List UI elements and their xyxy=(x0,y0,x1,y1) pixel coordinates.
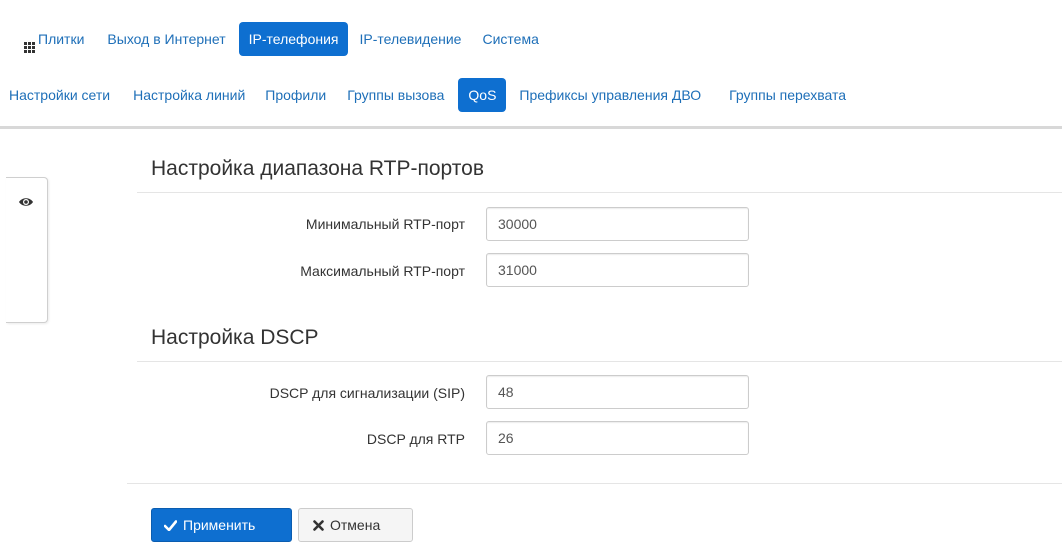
max-rtp-port-label: Максимальный RTP-порт xyxy=(300,263,465,279)
tab-ip-tv[interactable]: IP-телевидение xyxy=(349,22,471,56)
apply-button-label: Применить xyxy=(183,517,256,533)
rtp-section-divider xyxy=(137,192,1062,193)
max-rtp-port-input[interactable] xyxy=(486,253,749,287)
dscp-sip-label: DSCP для сигнализации (SIP) xyxy=(269,385,465,401)
tab-system[interactable]: Система xyxy=(472,22,548,56)
dscp-section-title: Настройка DSCP xyxy=(151,326,319,349)
min-rtp-port-input[interactable] xyxy=(486,207,749,241)
dscp-rtp-input[interactable] xyxy=(486,421,749,455)
grid-icon xyxy=(24,42,35,53)
dscp-rtp-label: DSCP для RTP xyxy=(366,431,465,447)
eye-icon[interactable] xyxy=(18,196,34,208)
subtab-profiles[interactable]: Профили xyxy=(255,78,336,112)
tab-ip-telephony[interactable]: IP-телефония xyxy=(238,22,349,56)
cancel-button-label: Отмена xyxy=(330,517,381,533)
subtab-call-groups[interactable]: Группы вызова xyxy=(337,78,454,112)
rtp-section-title: Настройка диапазона RTP-портов xyxy=(151,157,484,180)
subtab-network-settings[interactable]: Настройки сети xyxy=(0,78,120,112)
sub-nav: Настройки сети Настройка линий Профили Г… xyxy=(0,78,856,112)
subtab-pickup-groups[interactable]: Группы перехвата xyxy=(719,78,856,112)
min-rtp-port-label: Минимальный RTP-порт xyxy=(305,216,465,232)
cancel-button[interactable]: Отмена xyxy=(298,508,413,542)
check-icon xyxy=(164,519,177,531)
apply-button[interactable]: Применить xyxy=(151,508,292,542)
top-nav: Плитки Выход в Интернет IP-телефония IP-… xyxy=(14,22,549,56)
subtab-service-prefixes[interactable]: Префиксы управления ДВО xyxy=(509,78,711,112)
form-footer-divider xyxy=(127,483,1062,484)
tab-tiles[interactable]: Плитки xyxy=(14,22,94,56)
dscp-sip-input[interactable] xyxy=(486,375,749,409)
tab-tiles-label: Плитки xyxy=(38,31,85,47)
side-panel[interactable] xyxy=(6,177,48,323)
dscp-section-divider xyxy=(137,361,1062,362)
close-icon xyxy=(313,519,324,531)
subtab-qos[interactable]: QoS xyxy=(458,78,507,112)
nav-divider xyxy=(0,126,1062,129)
subtab-line-settings[interactable]: Настройка линий xyxy=(123,78,255,112)
tab-internet[interactable]: Выход в Интернет xyxy=(97,22,235,56)
navigation: Плитки Выход в Интернет IP-телефония IP-… xyxy=(0,0,1062,129)
